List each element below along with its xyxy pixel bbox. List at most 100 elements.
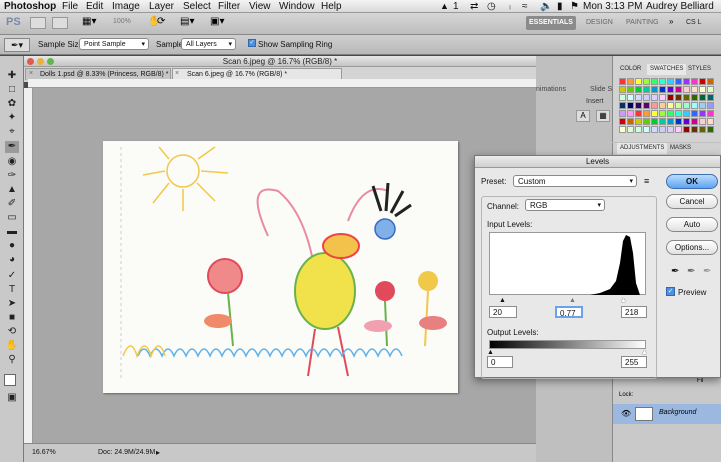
eraser-tool-icon[interactable]: ▭ [5, 212, 19, 224]
gradient-tool-icon[interactable]: ▬ [5, 226, 19, 238]
app-menu[interactable]: Photoshop [4, 0, 56, 13]
flag-icon[interactable]: ⚑ [570, 0, 579, 13]
gray-point-eyedropper-icon[interactable]: ✒ [687, 266, 695, 277]
swatch[interactable] [619, 118, 626, 125]
swatch[interactable] [707, 118, 714, 125]
swatch[interactable] [699, 110, 706, 117]
swatch[interactable] [699, 126, 706, 133]
volume-icon[interactable]: 🔈 [540, 0, 552, 13]
swatch[interactable] [667, 118, 674, 125]
sampling-ring-checkbox[interactable]: ✓ [248, 39, 256, 47]
shape-tool-icon[interactable]: ■ [5, 312, 19, 324]
swatch[interactable] [619, 102, 626, 109]
hand-tool-icon[interactable]: ✋ [5, 340, 19, 352]
swatch[interactable] [643, 94, 650, 101]
battery-icon[interactable]: ▮ [557, 0, 563, 13]
tab-swatches[interactable]: SWATCHES [647, 64, 687, 75]
swatch[interactable] [651, 110, 658, 117]
swatch[interactable] [619, 86, 626, 93]
swatch[interactable] [683, 86, 690, 93]
menu-select[interactable]: Select [183, 0, 211, 13]
quick-mask-icon[interactable]: ▣ [5, 392, 19, 404]
more-workspaces-icon[interactable]: » [669, 17, 673, 26]
bridge-button[interactable] [30, 17, 46, 29]
close-window-icon[interactable] [27, 58, 34, 65]
cancel-button[interactable]: Cancel [666, 194, 718, 209]
adobe-ai-icon[interactable]: ▲ [440, 0, 449, 13]
auto-button[interactable]: Auto [666, 217, 718, 232]
animations-panel-tab[interactable]: nimations [536, 86, 566, 93]
output-black-slider[interactable]: ▲ [487, 349, 494, 356]
swatch[interactable] [699, 118, 706, 125]
swatch[interactable] [627, 110, 634, 117]
history-brush-tool-icon[interactable]: ✐ [5, 198, 19, 210]
swatch[interactable] [643, 78, 650, 85]
input-black-field[interactable]: 20 [489, 306, 517, 318]
screen-mode-icon[interactable]: ▣▾ [210, 16, 224, 27]
doc-size-info[interactable]: Doc: 24.9M/24.9M [98, 444, 155, 461]
workspace-painting[interactable]: PAINTING [626, 19, 659, 26]
swatch[interactable] [667, 78, 674, 85]
ruler-horizontal[interactable] [28, 79, 536, 88]
ok-button[interactable]: OK [666, 174, 718, 189]
white-point-eyedropper-icon[interactable]: ✒ [703, 266, 711, 277]
tab-adjustments[interactable]: ADJUSTMENTS [617, 143, 668, 154]
swatch[interactable] [691, 110, 698, 117]
swatch[interactable] [635, 86, 642, 93]
view-extras-icon[interactable]: ▦▾ [82, 16, 96, 27]
swatch[interactable] [635, 118, 642, 125]
swatch[interactable] [691, 94, 698, 101]
tab-masks[interactable]: MASKS [667, 143, 694, 154]
swatch[interactable] [667, 94, 674, 101]
tab-color[interactable]: COLOR [617, 64, 644, 75]
status-menu-arrow-icon[interactable]: ▸ [156, 444, 160, 461]
minibridge-button[interactable] [52, 17, 68, 29]
swatch[interactable] [651, 86, 658, 93]
foreground-color-swatch[interactable] [4, 374, 16, 386]
arrange-documents-icon[interactable]: ▤▾ [180, 16, 194, 27]
swatch[interactable] [667, 102, 674, 109]
swatch[interactable] [651, 102, 658, 109]
swatch[interactable] [675, 126, 682, 133]
swatch[interactable] [667, 110, 674, 117]
swatch[interactable] [683, 78, 690, 85]
quick-select-tool-icon[interactable]: ✦ [5, 112, 19, 124]
swatch[interactable] [683, 118, 690, 125]
swatch[interactable] [627, 126, 634, 133]
swatch[interactable] [643, 110, 650, 117]
swatch[interactable] [627, 86, 634, 93]
swatch[interactable] [691, 126, 698, 133]
swatch[interactable] [619, 126, 626, 133]
swatch[interactable] [707, 78, 714, 85]
menu-file[interactable]: File [62, 0, 78, 13]
swatch[interactable] [659, 86, 666, 93]
output-white-slider[interactable]: ▲ [641, 349, 648, 356]
swatch[interactable] [699, 78, 706, 85]
dodge-tool-icon[interactable]: ◕ [5, 254, 19, 266]
levels-title[interactable]: Levels [475, 156, 720, 168]
swatch[interactable] [675, 94, 682, 101]
swatch[interactable] [683, 94, 690, 101]
input-gamma-slider[interactable]: ▲ [569, 297, 576, 304]
rotate-view-icon[interactable]: ⟳ [157, 16, 165, 27]
menu-edit[interactable]: Edit [86, 0, 103, 13]
input-black-slider[interactable]: ▲ [499, 297, 506, 304]
pen-tool-icon[interactable]: ✓ [5, 270, 19, 282]
swatch[interactable] [635, 102, 642, 109]
swatch[interactable] [651, 126, 658, 133]
swatch[interactable] [635, 78, 642, 85]
menu-view[interactable]: View [249, 0, 271, 13]
preview-checkbox[interactable]: ✓ [666, 287, 675, 296]
layer-name[interactable]: Background [659, 409, 696, 416]
options-button[interactable]: Options... [666, 240, 718, 255]
crop-tool-icon[interactable]: ⌖ [5, 126, 19, 138]
zoom-window-icon[interactable] [47, 58, 54, 65]
wifi-icon[interactable]: ≈ [522, 0, 528, 13]
preset-select[interactable]: Custom [513, 175, 637, 187]
marquee-tool-icon[interactable]: □ [5, 84, 19, 96]
swatch[interactable] [659, 78, 666, 85]
tab-close-icon[interactable]: × [175, 70, 182, 77]
swatch[interactable] [707, 126, 714, 133]
swatch[interactable] [643, 118, 650, 125]
layer-visibility-eye-icon[interactable]: 👁 [621, 409, 631, 418]
